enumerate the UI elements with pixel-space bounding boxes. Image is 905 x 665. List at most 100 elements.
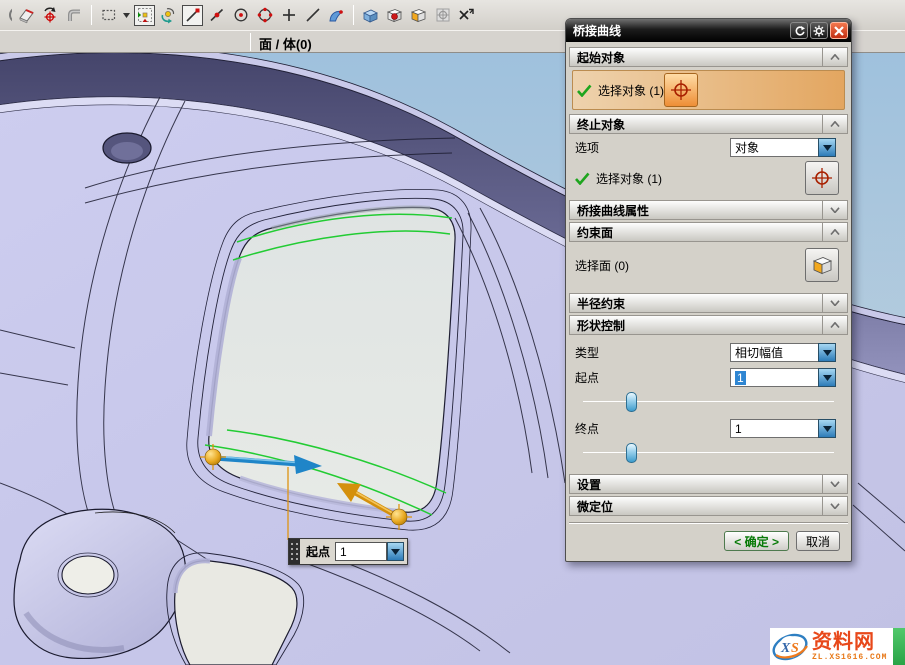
ok-button[interactable]: < 确定 > — [724, 531, 789, 551]
close-icon — [834, 26, 844, 36]
model-hole-top-left[interactable] — [103, 133, 151, 163]
eraser-icon[interactable] — [16, 5, 37, 26]
watermark-green-strip — [893, 628, 905, 665]
start-value-input[interactable]: 1 — [730, 368, 836, 387]
watermark: X S 资料网 ZL.XS1616.COM — [770, 628, 905, 665]
section-constraint-face[interactable]: 约束面 — [569, 222, 848, 242]
section-end-object[interactable]: 终止对象 — [569, 114, 848, 134]
spinner-arrow-icon[interactable] — [818, 368, 836, 387]
section-settings[interactable]: 设置 — [569, 474, 848, 494]
end-object-select-row[interactable]: 选择对象 (1) — [569, 160, 848, 198]
onscreen-input-box[interactable]: 起点 1 — [288, 538, 408, 565]
toolbar-separator — [353, 5, 354, 25]
collapse-up-icon[interactable] — [822, 48, 847, 66]
selection-dropdown-caret[interactable] — [122, 5, 131, 26]
point-rotate-icon[interactable] — [158, 5, 179, 26]
check-icon — [575, 172, 590, 185]
end-value-input[interactable]: 1 — [730, 419, 836, 438]
spline-icon[interactable] — [326, 5, 347, 26]
snap-point-refresh-icon[interactable] — [40, 5, 61, 26]
svg-text:X: X — [780, 641, 791, 656]
dropdown-arrow-icon[interactable] — [818, 138, 836, 157]
option-label: 选项 — [575, 139, 599, 156]
end-label: 终点 — [575, 420, 599, 437]
bridge-curve-dialog: 桥接曲线 起始对象 选择对象 (1) 终止对象 选项 对象 — [565, 18, 852, 562]
start-point-label: 起点 — [300, 539, 335, 564]
line-endpoint-icon[interactable] — [182, 5, 203, 26]
section-shape-control[interactable]: 形状控制 — [569, 315, 848, 335]
quadrant-point-icon[interactable] — [254, 5, 275, 26]
dropdown-arrow-icon[interactable] — [818, 343, 836, 362]
start-object-select-button[interactable] — [664, 73, 698, 107]
circle-center-icon[interactable] — [230, 5, 251, 26]
spinner-arrow-icon[interactable] — [818, 419, 836, 438]
constraint-face-select-row[interactable]: 选择面 (0) — [569, 243, 848, 287]
section-label: 设置 — [570, 475, 822, 493]
slider-handle[interactable] — [626, 443, 637, 463]
slider-track — [583, 401, 834, 402]
dialog-settings-button[interactable] — [810, 22, 828, 39]
section-micro-positioning[interactable]: 微定位 — [569, 496, 848, 516]
watermark-body: X S 资料网 ZL.XS1616.COM — [770, 628, 893, 665]
combo-value: 对象 — [730, 138, 818, 157]
collapse-up-icon[interactable] — [822, 223, 847, 241]
input-value: 1 — [735, 371, 746, 385]
section-start-object[interactable]: 起始对象 — [569, 47, 848, 67]
shape-start-row: 起点 1 — [569, 365, 848, 390]
selection-rectangle-icon[interactable] — [98, 5, 119, 26]
dialog-reset-button[interactable] — [790, 22, 808, 39]
solid-body-icon[interactable] — [360, 5, 381, 26]
site-logo-icon: X S — [770, 629, 810, 665]
slider-handle[interactable] — [626, 392, 637, 412]
shape-type-row: 类型 相切幅值 — [569, 336, 848, 365]
start-point-value-input[interactable]: 1 — [335, 542, 387, 561]
collapse-up-icon[interactable] — [822, 316, 847, 334]
orbit-view-icon[interactable] — [0, 5, 13, 26]
input-value: 1 — [730, 419, 818, 438]
collapse-up-icon[interactable] — [822, 115, 847, 133]
line-icon[interactable] — [302, 5, 323, 26]
check-icon — [577, 84, 592, 97]
collapse-down-icon[interactable] — [822, 201, 847, 219]
snap-point-icon[interactable] — [134, 5, 155, 26]
end-object-select-button[interactable] — [805, 161, 839, 195]
section-label: 终止对象 — [570, 115, 822, 133]
end-object-option-row: 选项 对象 — [569, 135, 848, 160]
select-face-label: 选择面 (0) — [575, 257, 629, 274]
trim-body-icon[interactable] — [456, 5, 477, 26]
start-object-select-row[interactable]: 选择对象 (1) — [572, 70, 845, 110]
intersection-point-icon[interactable] — [278, 5, 299, 26]
bounded-face-icon[interactable] — [408, 5, 429, 26]
section-radius-constraint[interactable]: 半径约束 — [569, 293, 848, 313]
collapse-down-icon[interactable] — [822, 294, 847, 312]
gear-icon — [813, 25, 825, 37]
start-label: 起点 — [575, 369, 599, 386]
line-midpoint-icon[interactable] — [206, 5, 227, 26]
cue-bar-separator — [250, 33, 251, 51]
section-label: 约束面 — [570, 223, 822, 241]
site-url: ZL.XS1616.COM — [812, 653, 887, 662]
start-magnitude-slider[interactable] — [583, 391, 834, 413]
section-label: 微定位 — [570, 497, 822, 515]
select-face-button[interactable] — [805, 248, 839, 282]
end-magnitude-slider[interactable] — [583, 442, 834, 464]
end-object-option-combo[interactable]: 对象 — [730, 138, 836, 157]
shape-type-combo[interactable]: 相切幅值 — [730, 343, 836, 362]
spinner-arrow-icon[interactable] — [387, 542, 404, 561]
crosshair-icon — [670, 79, 692, 101]
face-red-icon[interactable] — [384, 5, 405, 26]
select-object-label: 选择对象 (1) — [596, 170, 662, 187]
dialog-body: 起始对象 选择对象 (1) 终止对象 选项 对象 选择对象 (1) — [566, 42, 851, 561]
collapse-down-icon[interactable] — [822, 497, 847, 515]
facet-body-icon[interactable] — [432, 5, 453, 26]
select-object-label: 选择对象 (1) — [598, 82, 664, 99]
dialog-title: 桥接曲线 — [573, 22, 788, 39]
drag-grip-icon[interactable] — [289, 539, 300, 564]
collapse-down-icon[interactable] — [822, 475, 847, 493]
combo-value: 相切幅值 — [730, 343, 818, 362]
dialog-titlebar[interactable]: 桥接曲线 — [566, 19, 851, 42]
pipe-icon[interactable] — [64, 5, 85, 26]
cancel-button[interactable]: 取消 — [796, 531, 840, 551]
section-bridge-properties[interactable]: 桥接曲线属性 — [569, 200, 848, 220]
dialog-close-button[interactable] — [830, 22, 848, 39]
